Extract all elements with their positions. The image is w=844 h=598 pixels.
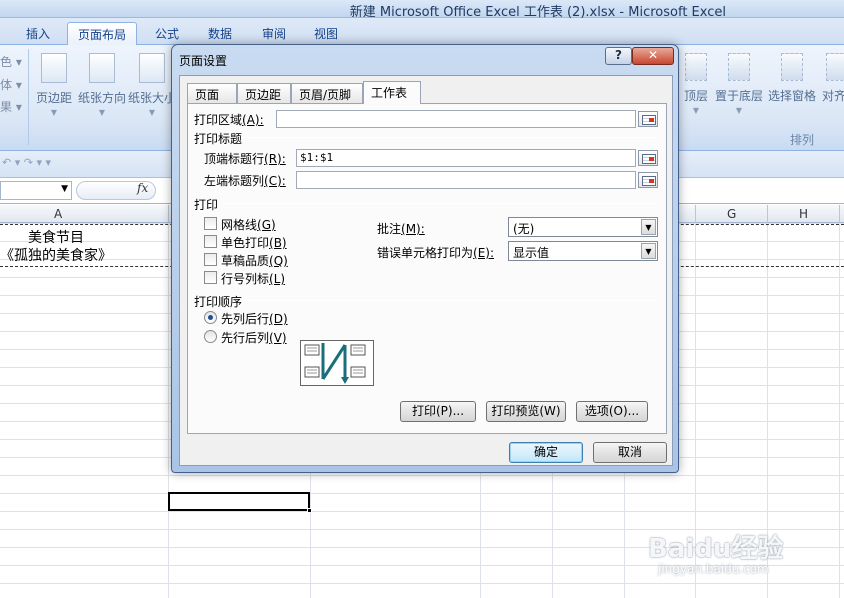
down-then-over-radio[interactable] — [204, 311, 217, 324]
name-box[interactable]: ▼ — [0, 181, 72, 200]
dialog-title: 页面设置 — [179, 54, 228, 68]
over-then-down-radio[interactable] — [204, 330, 217, 343]
tab-sheet[interactable]: 工作表 — [363, 81, 421, 104]
black-and-white-checkbox[interactable] — [204, 235, 217, 248]
draft-quality-label: 草稿品质(Q) — [221, 254, 288, 268]
bring-to-front-button[interactable]: 顶层 ▼ — [678, 53, 714, 115]
fill-handle[interactable] — [307, 508, 312, 513]
baidu-watermark-url: jingyan.baidu.com — [658, 562, 769, 576]
row-column-headings-checkbox[interactable] — [204, 271, 217, 284]
columns-to-repeat-collapse-icon[interactable] — [638, 172, 658, 188]
selection-pane-button[interactable]: 选择窗格 — [766, 53, 818, 104]
print-area-collapse-icon[interactable] — [638, 111, 658, 127]
cell-a2[interactable]: 《孤独的美食家》 — [0, 245, 112, 265]
insert-function-icon[interactable]: fx — [137, 181, 148, 195]
over-then-down-label: 先行后列(V) — [221, 331, 287, 345]
undo-redo-icon[interactable]: ↶ ▾ ↷ ▾ ▾ — [2, 156, 51, 169]
chevron-down-icon: ▼ — [98, 108, 106, 117]
align-icon — [826, 53, 844, 81]
column-header-a[interactable]: A — [54, 207, 62, 221]
ribbon-tab-data[interactable]: 数据 — [198, 22, 242, 45]
gridlines-label: 网格线(G) — [221, 218, 276, 232]
margins-button[interactable]: 页边距 ▼ — [30, 53, 78, 117]
ribbon-tab-strip: 插入 页面布局 公式 数据 审阅 视图 — [0, 18, 844, 45]
black-and-white-label: 单色打印(B) — [221, 236, 287, 250]
gridlines-checkbox[interactable] — [204, 217, 217, 230]
down-then-over-label: 先列后行(D) — [221, 312, 288, 326]
ribbon-tab-review[interactable]: 审阅 — [252, 22, 296, 45]
tab-margins[interactable]: 页边距 — [237, 83, 291, 103]
print-section-label: 打印 — [194, 198, 219, 212]
cell-errors-select[interactable]: 显示值 ▼ — [508, 241, 658, 261]
chevron-down-icon: ▼ — [50, 108, 58, 117]
chevron-down-icon[interactable]: ▼ — [641, 243, 656, 259]
chevron-down-icon[interactable]: ▼ — [641, 219, 656, 235]
orientation-icon — [89, 53, 115, 83]
cancel-button[interactable]: 取消 — [593, 442, 667, 463]
close-button[interactable]: ✕ — [632, 47, 674, 65]
columns-to-repeat-input[interactable] — [296, 171, 636, 189]
chevron-down-icon: ▼ — [735, 106, 743, 115]
chevron-down-icon: ▼ — [692, 106, 700, 115]
selection-pane-icon — [781, 53, 803, 81]
print-titles-section-label: 打印标题 — [194, 132, 243, 146]
print-area-input[interactable] — [276, 110, 636, 128]
column-header-h[interactable]: H — [799, 207, 808, 221]
tab-page[interactable]: 页面 — [187, 83, 237, 103]
ribbon-tab-page-layout[interactable]: 页面布局 — [67, 22, 138, 45]
print-preview-button[interactable]: 打印预览(W) — [486, 401, 566, 422]
theme-fonts-button[interactable]: 体 ▾ — [0, 76, 22, 93]
cell-a1[interactable]: 美食节目 — [28, 227, 84, 247]
baidu-watermark: Baidu经验 — [648, 534, 784, 564]
margins-icon — [41, 53, 67, 83]
print-area-label: 打印区域(A): — [194, 113, 264, 127]
chevron-down-icon[interactable]: ▼ — [61, 184, 68, 194]
comments-select[interactable]: (无) ▼ — [508, 217, 658, 237]
page-order-section-label: 打印顺序 — [194, 295, 243, 309]
row-column-headings-label: 行号列标(L) — [221, 272, 286, 286]
ribbon-tab-view[interactable]: 视图 — [304, 22, 348, 45]
page-order-preview-icon — [300, 340, 374, 386]
print-button[interactable]: 打印(P)... — [400, 401, 476, 422]
align-button[interactable]: 对齐 — [822, 53, 844, 104]
column-header-g[interactable]: G — [727, 207, 736, 221]
chevron-down-icon: ▼ — [148, 108, 156, 117]
rows-to-repeat-input[interactable]: $1:$1 — [296, 149, 636, 167]
ok-button[interactable]: 确定 — [509, 442, 583, 463]
theme-colors-button[interactable]: 色 ▾ — [0, 53, 22, 70]
help-button[interactable]: ? — [605, 47, 632, 65]
columns-to-repeat-label: 左端标题列(C): — [204, 174, 286, 188]
send-to-back-button[interactable]: 置于底层 ▼ — [713, 53, 765, 115]
ribbon-tab-formulas[interactable]: 公式 — [145, 22, 189, 45]
rows-to-repeat-collapse-icon[interactable] — [638, 150, 658, 166]
window-title-bar: 新建 Microsoft Office Excel 工作表 (2).xlsx -… — [0, 0, 844, 20]
page-setup-dialog: 页面设置 ? ✕ 页面 页边距 页眉/页脚 工作表 打印区域(A): 打印标题 … — [171, 44, 679, 473]
comments-label: 批注(M): — [377, 222, 425, 236]
send-to-back-icon — [728, 53, 750, 81]
bring-to-front-icon — [685, 53, 707, 81]
paper-size-icon — [139, 53, 165, 83]
options-button[interactable]: 选项(O)... — [576, 401, 648, 422]
theme-effects-button[interactable]: 果 ▾ — [0, 98, 22, 115]
arrange-group-label: 排列 — [790, 133, 815, 147]
active-cell-selection[interactable] — [168, 492, 310, 511]
ribbon-tab-insert[interactable]: 插入 — [16, 22, 60, 45]
tab-header-footer[interactable]: 页眉/页脚 — [291, 83, 363, 103]
cell-errors-label: 错误单元格打印为(E): — [377, 246, 495, 260]
draft-quality-checkbox[interactable] — [204, 253, 217, 266]
orientation-button[interactable]: 纸张方向 ▼ — [78, 53, 126, 117]
rows-to-repeat-label: 顶端标题行(R): — [204, 152, 286, 166]
paper-size-button[interactable]: 纸张大小 ▼ — [128, 53, 176, 117]
sheet-tab-panel: 打印区域(A): 打印标题 顶端标题行(R): $1:$1 左端标题列(C): … — [187, 103, 667, 434]
dialog-body: 页面 页边距 页眉/页脚 工作表 打印区域(A): 打印标题 顶端标题行(R):… — [179, 75, 673, 466]
